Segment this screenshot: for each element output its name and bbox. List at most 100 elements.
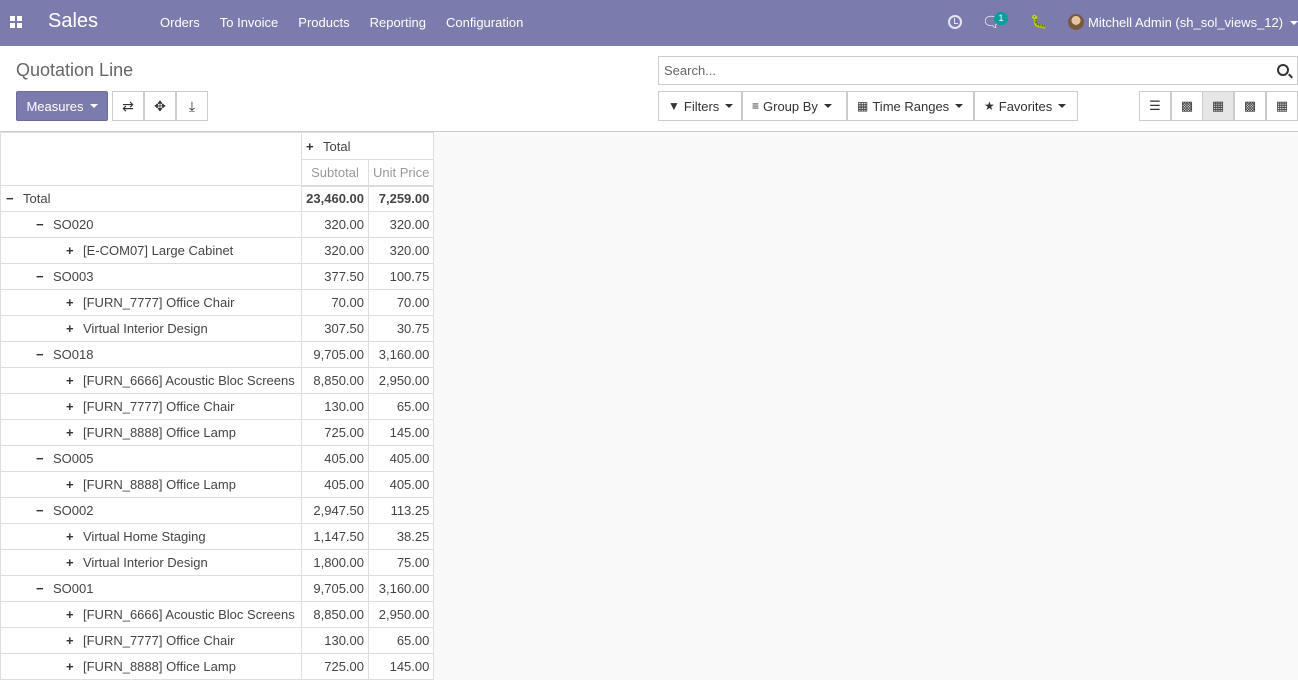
cell-subtotal[interactable]: 405.00 [301,445,369,472]
menu-item-configuration[interactable]: Configuration [436,15,533,30]
cell-subtotal[interactable]: 8,850.00 [301,601,369,628]
time-ranges-label: Time Ranges [872,98,950,114]
measures-button[interactable]: Measures [16,91,108,121]
pivot-row-header[interactable]: + [FURN_8888] Office Lamp [0,419,302,446]
cell-unit-price[interactable]: 145.00 [367,419,435,446]
pivot-row: + [FURN_7777] Office Chair 130.00 65.00 [0,393,435,420]
pivot-row-header[interactable]: + [FURN_8888] Office Lamp [0,471,302,498]
pivot-column-header-total[interactable]: + Total [300,132,435,160]
cell-subtotal[interactable]: 320.00 [301,237,369,264]
cell-subtotal[interactable]: 9,705.00 [301,341,369,368]
activity-clock-icon[interactable] [948,15,962,29]
cell-subtotal[interactable]: 405.00 [301,471,369,498]
row-label: [FURN_7777] Office Chair [83,295,235,310]
favorites-button[interactable]: ★ Favorites [974,91,1078,121]
cell-subtotal[interactable]: 130.00 [301,627,369,654]
menu-item-orders[interactable]: Orders [150,15,210,30]
pivot-row-header[interactable]: + [FURN_7777] Office Chair [0,627,302,654]
pivot-row-header[interactable]: − SO003 [0,263,302,290]
cell-unit-price[interactable]: 7,259.00 [367,185,435,212]
time-ranges-button[interactable]: ▦ Time Ranges [847,91,974,121]
menu-item-products[interactable]: Products [288,15,359,30]
pivot-row-header[interactable]: + [FURN_7777] Office Chair [0,289,302,316]
pivot-row-header[interactable]: − SO002 [0,497,302,524]
cell-unit-price[interactable]: 320.00 [367,237,435,264]
control-panel: Quotation Line Measures ⇄ ✥ ⤓ ▼ Filters … [0,46,1298,132]
pivot-row-header[interactable]: + Virtual Interior Design [0,549,302,576]
cell-subtotal[interactable]: 377.50 [301,263,369,290]
cell-subtotal[interactable]: 2,947.50 [301,497,369,524]
pivot-row-header[interactable]: − SO018 [0,341,302,368]
kanban-view-button[interactable]: ▩ [1171,91,1203,121]
cell-unit-price[interactable]: 2,950.00 [367,367,435,394]
cell-subtotal[interactable]: 23,460.00 [301,185,369,212]
cell-unit-price[interactable]: 405.00 [367,445,435,472]
cell-subtotal[interactable]: 9,705.00 [301,575,369,602]
pivot-view-button[interactable]: ▦ [1202,91,1234,121]
user-avatar[interactable] [1068,14,1084,30]
plus-icon: + [66,295,74,310]
cell-subtotal[interactable]: 725.00 [301,419,369,446]
cell-subtotal[interactable]: 130.00 [301,393,369,420]
cell-unit-price[interactable]: 113.25 [367,497,435,524]
cell-unit-price[interactable]: 2,950.00 [367,601,435,628]
cell-subtotal[interactable]: 320.00 [301,211,369,238]
pivot-row-header[interactable]: + [FURN_7777] Office Chair [0,393,302,420]
cell-unit-price[interactable]: 145.00 [367,653,435,680]
list-view-button[interactable]: ☰ [1139,91,1171,121]
expand-all-button[interactable]: ✥ [144,91,176,121]
cell-unit-price[interactable]: 405.00 [367,471,435,498]
measure-header-subtotal[interactable]: Subtotal [301,159,369,187]
menu-item-reporting[interactable]: Reporting [360,15,436,30]
search-input[interactable] [659,57,1259,84]
cell-subtotal[interactable]: 1,800.00 [301,549,369,576]
pivot-row-header[interactable]: + [FURN_8888] Office Lamp [0,653,302,680]
cell-unit-price[interactable]: 65.00 [367,627,435,654]
cell-unit-price[interactable]: 3,160.00 [367,575,435,602]
pivot-row-header[interactable]: − SO020 [0,211,302,238]
pivot-row-header[interactable]: − SO001 [0,575,302,602]
graph-view-button[interactable]: ▩ [1234,91,1266,121]
pivot-row: + Virtual Home Staging 1,147.50 38.25 [0,523,435,550]
app-brand[interactable]: Sales [48,10,98,33]
cell-subtotal[interactable]: 725.00 [301,653,369,680]
main-menu: Orders To Invoice Products Reporting Con… [150,15,533,30]
row-label: Virtual Home Staging [83,529,206,544]
pivot-row-header[interactable]: + [E-COM07] Large Cabinet [0,237,302,264]
cell-unit-price[interactable]: 70.00 [367,289,435,316]
pivot-row-header[interactable]: + [FURN_6666] Acoustic Bloc Screens [0,367,302,394]
cell-subtotal[interactable]: 8,850.00 [301,367,369,394]
filters-button[interactable]: ▼ Filters [658,91,742,121]
row-label: SO020 [53,217,94,232]
user-menu-caret-icon[interactable] [1290,21,1298,25]
pivot-row-header[interactable]: + Virtual Interior Design [0,315,302,342]
calendar-view-button[interactable]: ▦ [1266,91,1298,121]
cell-unit-price[interactable]: 75.00 [367,549,435,576]
cell-unit-price[interactable]: 100.75 [367,263,435,290]
download-button[interactable]: ⤓ [176,91,208,121]
filters-label: Filters [683,98,720,114]
user-menu-name[interactable]: Mitchell Admin (sh_sol_views_12) [1088,15,1283,30]
pivot-row-header[interactable]: + [FURN_6666] Acoustic Bloc Screens [0,601,302,628]
cell-subtotal[interactable]: 1,147.50 [301,523,369,550]
cell-unit-price[interactable]: 65.00 [367,393,435,420]
apps-menu-icon[interactable] [10,16,22,28]
debug-bug-icon[interactable]: 🐛 [1030,13,1047,30]
cell-subtotal[interactable]: 70.00 [301,289,369,316]
pivot-row-header[interactable]: − SO005 [0,445,302,472]
pivot-row-header[interactable]: + Virtual Home Staging [0,523,302,550]
row-label: Total [23,191,51,206]
cell-unit-price[interactable]: 30.75 [367,315,435,342]
group-by-button[interactable]: ≡ Group By [742,91,847,121]
menu-item-to-invoice[interactable]: To Invoice [210,15,289,30]
cell-subtotal[interactable]: 307.50 [301,315,369,342]
cell-unit-price[interactable]: 320.00 [367,211,435,238]
pivot-row-header[interactable]: − Total [0,185,302,212]
cell-unit-price[interactable]: 38.25 [367,523,435,550]
flip-axis-button[interactable]: ⇄ [112,91,144,121]
cell-unit-price[interactable]: 3,160.00 [367,341,435,368]
pivot-row: + [FURN_7777] Office Chair 70.00 70.00 [0,289,435,316]
measure-header-unit-price[interactable]: Unit Price [367,159,435,187]
row-label: [FURN_8888] Office Lamp [83,425,236,440]
search-icon[interactable] [1277,64,1289,76]
